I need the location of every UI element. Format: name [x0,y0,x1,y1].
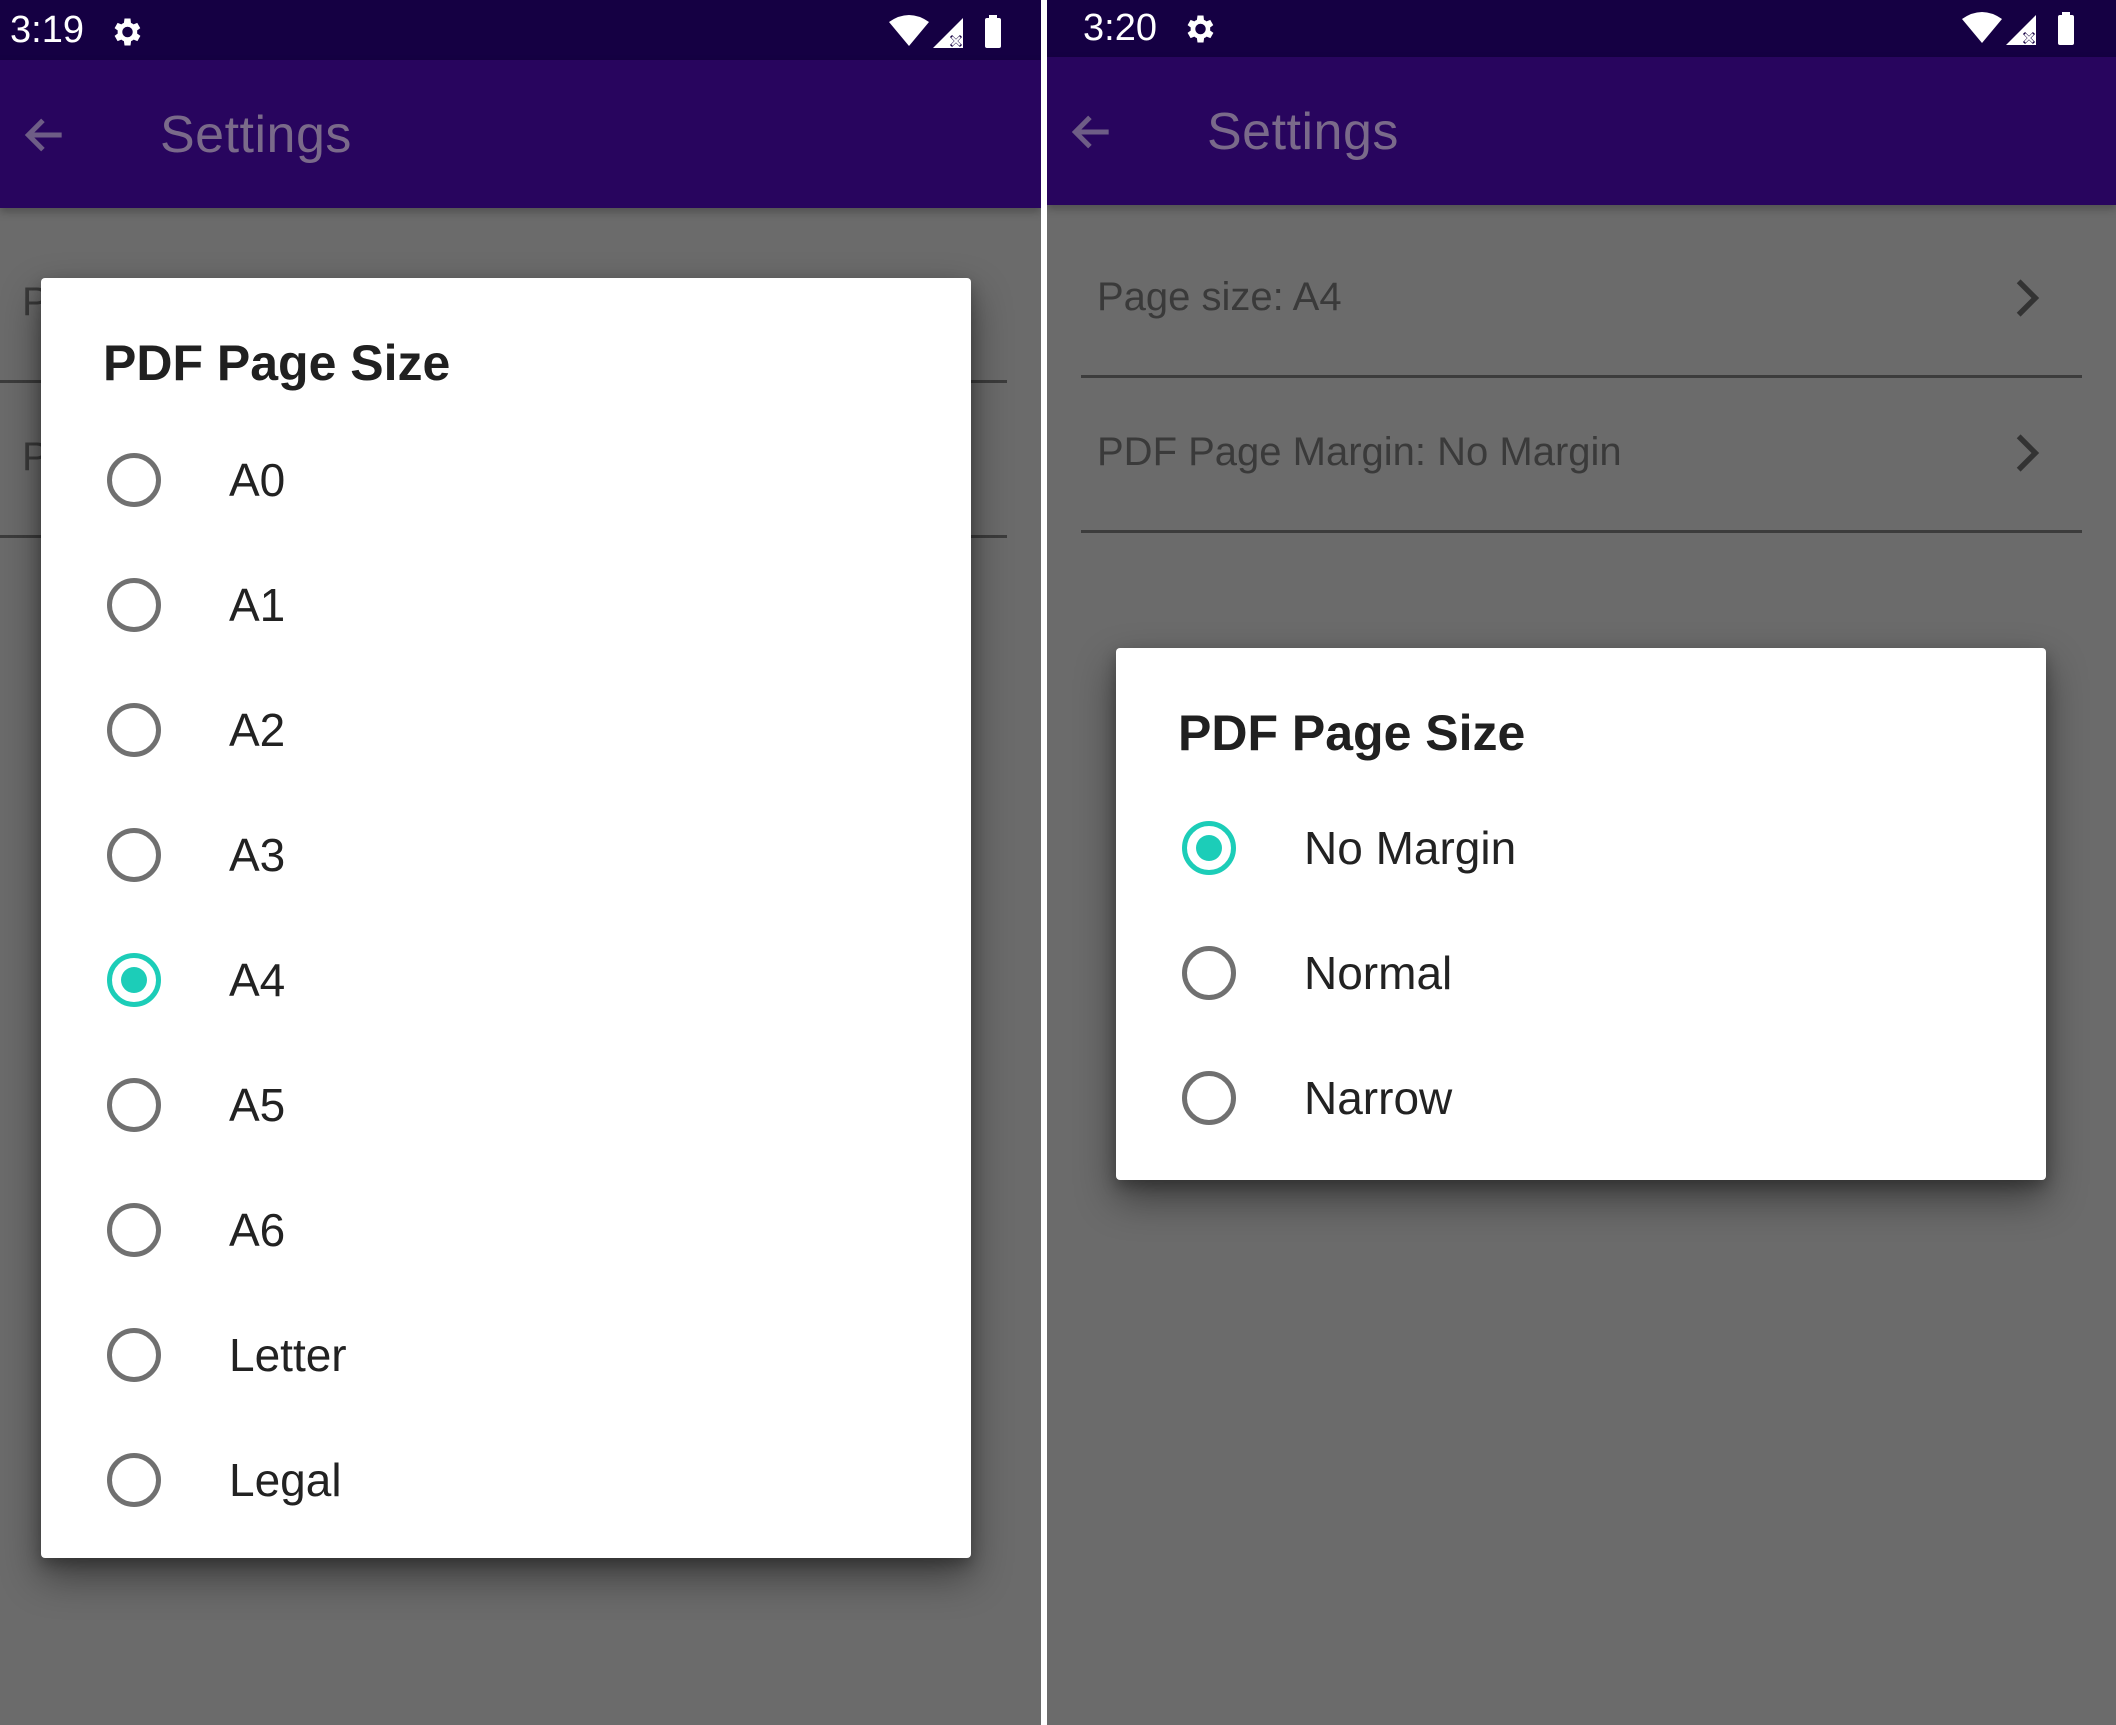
radio-button-selected[interactable] [1182,821,1236,875]
radio-button[interactable] [107,828,161,882]
radio-button[interactable] [107,1078,161,1132]
arrow-back-icon[interactable] [20,110,70,160]
radio-option-legal[interactable]: Legal [41,1418,971,1543]
wifi-icon [1962,12,2002,43]
gear-icon [114,18,141,46]
radio-button[interactable] [1182,1071,1236,1125]
left-screen: 3:19 Settings P P PDF Page Size A0 A1 A2… [0,0,1041,1725]
background-setting-row: P [0,225,49,383]
radio-option-letter[interactable]: Letter [41,1293,971,1418]
radio-option-a0[interactable]: A0 [41,418,971,543]
status-time: 3:20 [1083,7,1157,49]
signal-icon [2006,15,2036,45]
option-label: Legal [229,1454,342,1506]
signal-icon [933,18,963,48]
option-label: A5 [229,1079,286,1131]
dialog-title: PDF Page Size [103,335,451,391]
radio-option-no-margin[interactable]: No Margin [1116,786,2046,911]
status-bar: 3:19 [0,0,1041,60]
battery-icon [985,18,1001,48]
dialog-title: PDF Page Size [1178,705,1526,761]
option-label: Letter [229,1329,347,1381]
radio-button[interactable] [107,1203,161,1257]
radio-option-narrow[interactable]: Narrow [1116,1036,2046,1161]
page-title: Settings [160,106,352,164]
radio-button[interactable] [107,453,161,507]
radio-button[interactable] [107,703,161,757]
radio-option-normal[interactable]: Normal [1116,911,2046,1036]
setting-page-size[interactable]: Page size: A4 [1081,220,2082,378]
option-label: A6 [229,1204,286,1256]
status-icons [889,15,1001,48]
radio-option-a3[interactable]: A3 [41,793,971,918]
radio-option-a4[interactable]: A4 [41,918,971,1043]
radio-button-selected[interactable] [107,953,161,1007]
option-label: Normal [1304,947,1453,999]
radio-option-a1[interactable]: A1 [41,543,971,668]
radio-button[interactable] [107,1328,161,1382]
radio-button[interactable] [107,1453,161,1507]
page-size-dialog: PDF Page Size A0 A1 A2 A3 A4 A5 A6 Lette… [41,278,971,1558]
setting-label: Page size: A4 [1097,275,1342,319]
status-icons [1962,12,2074,45]
page-title: Settings [1207,103,1399,161]
background-row-edge [971,380,1007,538]
app-bar: Settings [0,60,1041,208]
page-margin-dialog: PDF Page Size No Margin Normal Narrow [1116,648,2046,1180]
radio-option-a2[interactable]: A2 [41,668,971,793]
option-label: No Margin [1304,822,1517,874]
gear-icon [1187,15,1214,43]
radio-button[interactable] [1182,946,1236,1000]
radio-button[interactable] [107,578,161,632]
option-label: A0 [229,454,286,506]
chevron-right-icon [2016,279,2040,317]
option-label: A1 [229,579,286,631]
radio-option-a5[interactable]: A5 [41,1043,971,1168]
arrow-back-icon[interactable] [1067,107,1117,157]
battery-icon [2058,15,2074,45]
setting-label: PDF Page Margin: No Margin [1097,430,1622,474]
option-label: A3 [229,829,286,881]
right-screen: 3:20 Settings Page size: A4 PDF Page Mar… [1047,0,2116,1725]
option-label: A4 [229,954,286,1006]
app-bar: Settings [1047,57,2116,205]
option-label: Narrow [1304,1072,1453,1124]
setting-page-margin[interactable]: PDF Page Margin: No Margin [1081,375,2082,533]
status-bar: 3:20 [1047,0,2116,57]
radio-option-a6[interactable]: A6 [41,1168,971,1293]
background-setting-row: P [0,380,49,538]
status-time: 3:19 [10,9,84,51]
option-label: A2 [229,704,286,756]
chevron-right-icon [2016,434,2040,472]
background-row-edge [971,225,1007,383]
wifi-icon [889,15,929,46]
